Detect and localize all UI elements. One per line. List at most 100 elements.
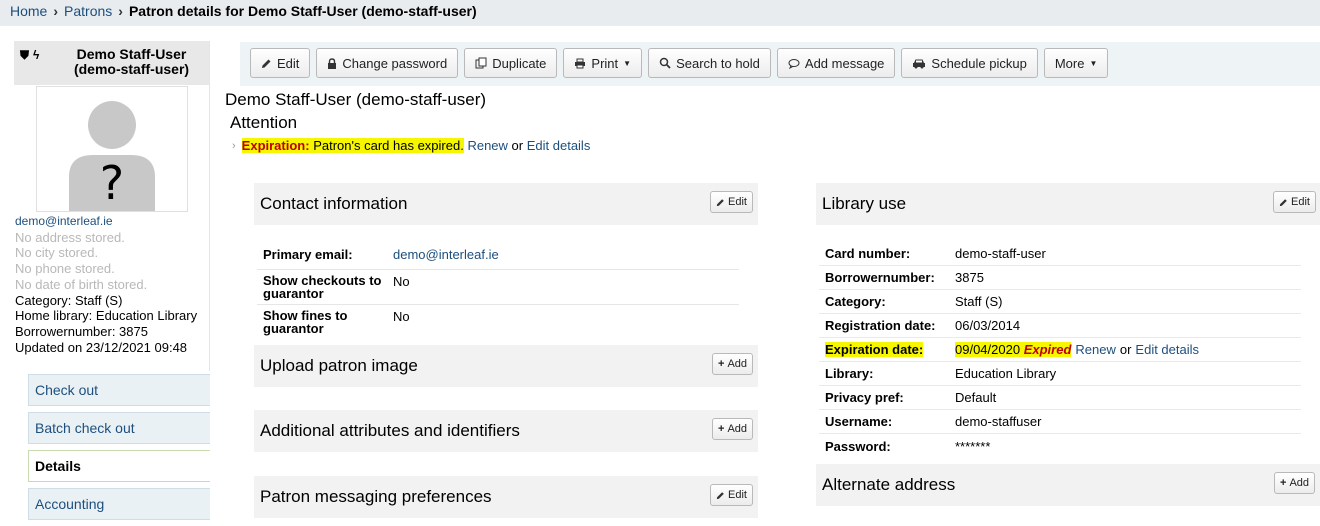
caret-down-icon: ▼ [1089,58,1098,68]
library-value: Default [955,390,997,405]
library-use-table: Card number: demo-staff-user Borrowernumb… [819,242,1301,458]
breadcrumb: Home › Patrons › Patron details for Demo Sta… [0,0,1320,26]
pencil-icon [1279,198,1287,206]
patron-updated: Updated on 23/12/2021 09:48 [15,339,188,355]
library-renew-link[interactable]: Renew [1075,342,1115,357]
patron-email-link[interactable]: demo@interleaf.ie [15,214,113,228]
search-to-hold-button[interactable]: Search to hold [648,48,771,78]
contact-edit-button[interactable]: Edit [710,191,753,213]
library-label: Password: [825,438,891,454]
search-icon [659,57,671,69]
expiration-alert-message: Patron's card has expired. [313,138,464,153]
primary-email-link[interactable]: demo@interleaf.ie [393,247,499,262]
additional-attributes-add-button[interactable]: + Add [712,418,754,440]
pencil-icon [262,59,271,68]
plus-icon: + [718,358,725,370]
contact-row: Show checkouts to guarantor No [257,270,739,305]
patron-box-name: Demo Staff-User (demo-staff-user) [73,46,190,77]
menu-item-accounting[interactable]: Accounting [28,488,210,520]
library-label: Registration date: [825,318,936,333]
library-row: Category: Staff (S) [819,290,1301,314]
library-value: Education Library [955,366,1057,381]
patron-phone: No phone stored. [15,261,115,277]
additional-attributes-heading: Additional attributes and identifiers [254,410,758,452]
bullet-icon: › [232,139,236,152]
library-row: Library: Education Library [819,362,1301,386]
lock-icon [328,57,337,69]
duplicate-button[interactable]: Duplicate [464,48,558,78]
contact-value: No [393,274,410,289]
expiration-alert-label: Expiration: [241,138,310,153]
contact-information-table: Primary email: demo@interleaf.ie Show ch… [257,240,739,340]
library-use-edit-button[interactable]: Edit [1273,191,1316,213]
breadcrumb-separator-icon: › [118,3,123,19]
lightning-icon: ϟ [33,48,44,62]
patron-dob: No date of birth stored. [15,276,148,292]
patron-city: No city stored. [15,245,99,261]
library-row: Borrowernumber: 3875 [819,266,1301,290]
expiration-highlight: Expiration: Patron's card has expired. [241,138,464,153]
contact-label: Primary email: [263,247,353,262]
change-password-button[interactable]: Change password [316,48,459,78]
library-value: Staff (S) [955,294,1003,309]
patron-summary-box: ⛊ϟ Demo Staff-User (demo-staff-user) ? d… [14,41,210,371]
menu-item-details[interactable]: Details [28,450,210,482]
photo-placeholder-mark: ? [100,156,124,210]
library-label: Username: [825,414,893,429]
pencil-icon [716,491,724,499]
copy-icon [475,57,487,69]
renew-link[interactable]: Renew [467,138,507,153]
patron-home-library: Home library: Education Library [15,308,198,324]
or-text: or [1119,342,1132,357]
edit-button[interactable]: Edit [250,48,311,78]
library-value: demo-staff-user [955,246,1046,261]
patron-category: Category: Staff (S) [15,292,123,308]
library-label: Category: [825,294,886,309]
breadcrumb-home-link[interactable]: Home [10,3,47,19]
caret-down-icon: ▼ [623,58,632,68]
library-label: Card number: [825,246,911,261]
or-text: or [511,138,524,153]
edit-details-link[interactable]: Edit details [527,138,591,153]
library-label: Borrowernumber: [825,270,935,285]
patron-menu: Check out Batch check out Details Accoun… [28,374,210,526]
contact-information-heading: Contact information [254,183,758,225]
expired-badge: Expired [1023,342,1072,357]
printer-icon [575,58,586,68]
upload-image-add-button[interactable]: + Add [712,353,754,375]
contact-row: Show fines to guarantor No [257,305,739,340]
breadcrumb-patrons-link[interactable]: Patrons [64,3,112,19]
patron-borrowernumber: Borrowernumber: 3875 [15,323,148,339]
expiration-alert: › Expiration: Patron's card has expired.… [232,138,590,153]
library-row: Registration date: 06/03/2014 [819,314,1301,338]
library-row-expiration: Expiration date: 09/04/2020 Expired Rene… [819,338,1301,362]
library-use-heading: Library use [816,183,1320,225]
contact-value: No [393,309,410,324]
page-title: Demo Staff-User (demo-staff-user) [225,90,487,109]
patron-photo[interactable]: ? [36,86,188,212]
library-row: Privacy pref: Default [819,386,1301,410]
library-edit-details-link[interactable]: Edit details [1135,342,1199,357]
library-value: 3875 [955,270,984,285]
schedule-pickup-button[interactable]: Schedule pickup [901,48,1038,78]
menu-item-batch-check-out[interactable]: Batch check out [28,412,210,444]
contact-label: Show fines to guarantor [263,308,348,336]
library-label: Library: [825,366,874,381]
menu-item-check-out[interactable]: Check out [28,374,210,406]
more-button[interactable]: More ▼ [1043,48,1109,78]
library-label: Privacy pref: [825,390,904,405]
shield-icon: ⛊ [20,48,34,62]
messaging-edit-button[interactable]: Edit [710,484,753,506]
print-button[interactable]: Print ▼ [563,48,643,78]
breadcrumb-separator-icon: › [53,3,59,19]
plus-icon: + [718,423,725,435]
library-row: Password: ******* [819,434,1301,458]
messaging-preferences-heading: Patron messaging preferences [254,476,758,518]
expiration-date-label: Expiration date: [825,342,924,357]
user-silhouette-icon: ? [69,101,155,211]
patron-box-header: ⛊ϟ Demo Staff-User (demo-staff-user) [14,41,209,85]
speech-bubble-icon [788,58,800,69]
add-message-button[interactable]: Add message [776,48,896,78]
alternate-address-add-button[interactable]: + Add [1274,472,1316,494]
alternate-address-heading: Alternate address [816,464,1320,506]
